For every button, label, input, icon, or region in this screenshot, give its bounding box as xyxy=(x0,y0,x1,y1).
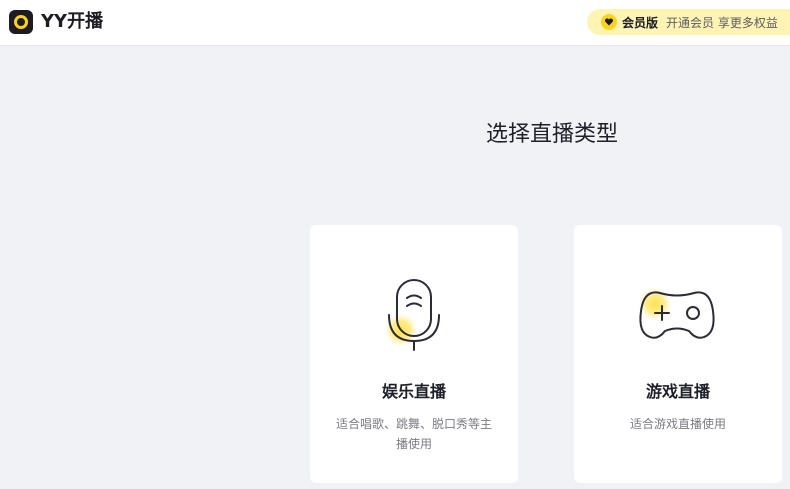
app-logo-icon xyxy=(9,10,33,34)
card-title: 游戏直播 xyxy=(645,382,710,401)
game-live-card[interactable]: 游戏直播 适合游戏直播使用 xyxy=(574,225,782,483)
card-title: 娱乐直播 xyxy=(381,382,446,401)
entertainment-live-card[interactable]: 娱乐直播 适合唱歌、跳舞、脱口秀等主播使用 xyxy=(310,225,518,483)
title-bar: YY开播 会员版 开通会员 享更多权益 xyxy=(0,0,790,46)
microphone-icon xyxy=(384,279,440,351)
vip-upgrade-button[interactable]: 会员版 开通会员 享更多权益 xyxy=(587,9,790,35)
app-title: YY开播 xyxy=(41,11,104,32)
vip-description: 开通会员 享更多权益 xyxy=(666,15,778,30)
vip-heart-icon xyxy=(601,14,617,30)
card-description: 适合游戏直播使用 xyxy=(629,417,726,431)
card-description: 适合唱歌、跳舞、脱口秀等主播使用 xyxy=(335,417,492,451)
vip-label: 会员版 xyxy=(622,15,659,30)
gamepad-icon xyxy=(638,287,715,339)
page-heading: 选择直播类型 xyxy=(486,122,619,147)
